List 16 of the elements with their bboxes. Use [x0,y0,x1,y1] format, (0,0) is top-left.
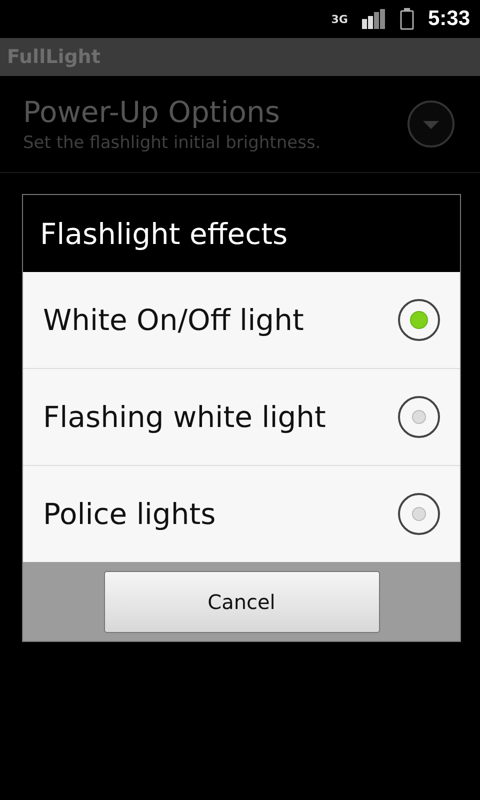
preference-summary: Set the flashlight initial brightness. [23,133,321,153]
cancel-button[interactable]: Cancel [104,570,380,632]
option-label: White On/Off light [43,303,304,337]
clock: 5:33 [428,7,470,31]
radio-button[interactable] [398,493,440,535]
radio-button[interactable] [398,396,440,438]
option-label: Police lights [43,497,216,531]
signal-icon [362,9,386,29]
dialog-title: Flashlight effects [40,216,288,250]
option-row[interactable]: White On/Off light [23,272,460,368]
preference-title: Power-Up Options [23,95,282,129]
option-label: Flashing white light [43,400,326,434]
battery-icon [400,8,414,30]
radio-button[interactable] [398,299,440,341]
network-type: 3G [331,12,348,26]
option-row[interactable]: Flashing white light [23,368,460,465]
